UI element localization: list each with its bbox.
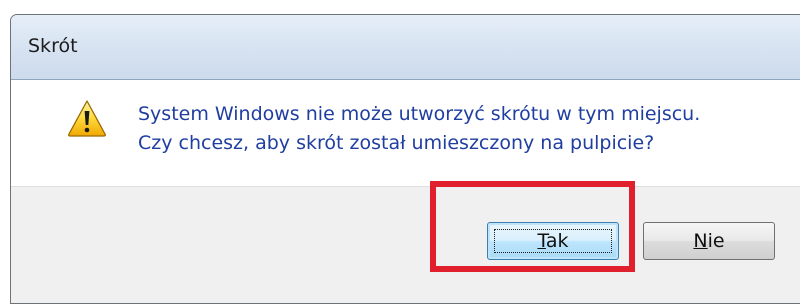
title-bar[interactable]: Skrót	[11, 15, 800, 79]
message-area: System Windows nie może utworzyć skrótu …	[11, 80, 800, 186]
message-line-2: Czy chcesz, aby skrót został umieszczony…	[138, 132, 655, 154]
yes-mnemonic: T	[537, 230, 546, 252]
dialog-window: Skrót System Windows nie może utworzyć s…	[10, 14, 800, 304]
warning-icon	[68, 100, 106, 137]
message-line-1: System Windows nie może utworzyć skrótu …	[138, 103, 701, 125]
message-text: System Windows nie może utworzyć skrótu …	[138, 100, 700, 158]
yes-label-rest: ak	[545, 230, 569, 252]
yes-button[interactable]: Tak	[487, 222, 619, 260]
no-button[interactable]: Nie	[643, 222, 775, 260]
no-label-rest: ie	[707, 230, 725, 252]
yes-button-label: Tak	[537, 230, 568, 252]
no-button-label: Nie	[693, 230, 724, 252]
dialog-client-area: System Windows nie może utworzyć skrótu …	[11, 79, 800, 303]
button-bar: Tak Nie	[11, 186, 800, 303]
no-mnemonic: N	[693, 230, 708, 252]
dialog-title: Skrót	[28, 35, 78, 57]
